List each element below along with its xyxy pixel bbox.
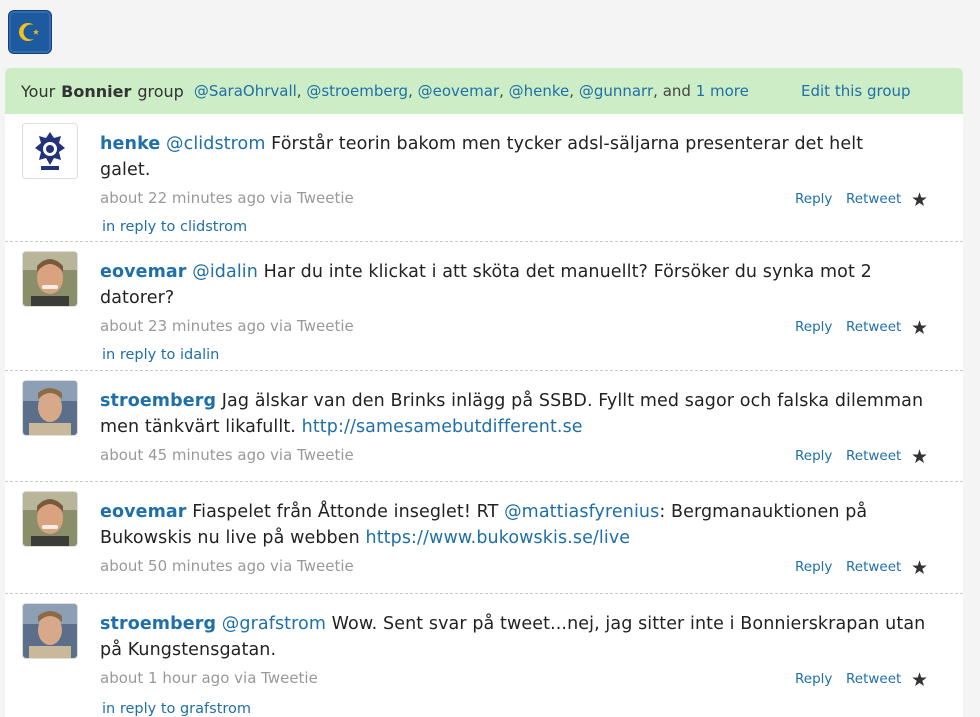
person-photo-icon (23, 492, 77, 546)
tweet-body: Förstår teorin bakom men tycker adsl-säl… (271, 134, 864, 154)
tweet-body: Fiaspelet från Åttonde inseglet! RT (192, 502, 499, 522)
tweet-author-link[interactable]: stroemberg (100, 614, 216, 634)
crest-icon (23, 124, 77, 178)
tweet-author-link[interactable]: henke (100, 134, 160, 154)
in-reply-to-link[interactable]: in reply to clidstrom (102, 219, 247, 235)
avatar[interactable] (22, 123, 78, 179)
group-members: @SaraOhrvall, @stroemberg, @eovemar, @he… (193, 82, 749, 100)
more-members-link[interactable]: 1 more (696, 82, 749, 100)
retweet-button[interactable]: Retweet (846, 559, 901, 575)
reply-button[interactable]: Reply (795, 448, 832, 464)
mention-link[interactable]: @clidstrom (166, 134, 266, 154)
tweet-text: henke @clidstrom Förstår teorin bakom me… (100, 132, 945, 183)
tweet-author-link[interactable]: stroemberg (100, 391, 216, 411)
tweet-body: Har du inte klickat i att sköta det manu… (263, 262, 872, 282)
avatar[interactable] (22, 380, 78, 436)
retweet-button[interactable]: Retweet (846, 319, 901, 335)
retweet-button[interactable]: Retweet (846, 671, 901, 687)
tweet-text: eovemar @idalin Har du inte klickat i at… (100, 260, 945, 311)
avatar[interactable] (22, 491, 78, 547)
tweet-body: Jag älskar van den Brinks inlägg på SSBD… (221, 391, 924, 411)
person-photo-icon (23, 604, 77, 658)
tweet-meta: about 50 minutes ago via Tweetie (100, 557, 354, 575)
app-logo[interactable] (8, 10, 52, 54)
tweet-author-link[interactable]: eovemar (100, 262, 187, 282)
tweet-item: eovemar Fiaspelet från Åttonde inseglet!… (5, 482, 963, 594)
tweet-url-link[interactable]: https://www.bukowskis.se/live (366, 528, 631, 548)
group-member-link[interactable]: @gunnarr (579, 82, 653, 100)
tweet-meta: about 22 minutes ago via Tweetie (100, 189, 354, 207)
group-member-link[interactable]: @henke (509, 82, 570, 100)
tweet-body: galet. (100, 159, 151, 180)
mention-link[interactable]: @grafstrom (222, 614, 326, 634)
tweet-author-link[interactable]: eovemar (100, 502, 187, 522)
tweet-text: eovemar Fiaspelet från Åttonde inseglet!… (100, 500, 945, 551)
reply-button[interactable]: Reply (795, 671, 832, 687)
tweet-body: på Kungstensgatan. (100, 639, 277, 660)
avatar[interactable] (22, 251, 78, 307)
reply-button[interactable]: Reply (795, 319, 832, 335)
tweet-item: stroemberg @grafstrom Wow. Sent svar på … (5, 594, 963, 717)
mention-link[interactable]: @mattiasfyrenius (504, 502, 659, 522)
group-suffix: group (137, 81, 184, 101)
in-reply-to-link[interactable]: in reply to idalin (102, 347, 219, 363)
reply-button[interactable]: Reply (795, 559, 832, 575)
tweet-item: eovemar @idalin Har du inte klickat i at… (5, 242, 963, 371)
reply-button[interactable]: Reply (795, 191, 832, 207)
group-header: Your Bonnier group @SaraOhrvall, @stroem… (5, 68, 963, 114)
favorite-star-icon[interactable]: ★ (911, 670, 931, 690)
tweet-meta: about 23 minutes ago via Tweetie (100, 317, 354, 335)
edit-group-link[interactable]: Edit this group (801, 82, 911, 100)
group-member-link[interactable]: @eovemar (418, 82, 499, 100)
group-member-link[interactable]: @SaraOhrvall (194, 82, 297, 100)
group-prefix: Your (21, 81, 56, 101)
group-member-link[interactable]: @stroemberg (306, 82, 408, 100)
tweet-timeline: henke @clidstrom Förstår teorin bakom me… (5, 114, 963, 717)
tweet-body: Bukowskis nu live på webben (100, 527, 360, 548)
tweet-item: stroemberg Jag älskar van den Brinks inl… (5, 371, 963, 482)
avatar[interactable] (22, 603, 78, 659)
tweet-text: stroemberg Jag älskar van den Brinks inl… (100, 389, 945, 440)
tweet-url-link[interactable]: http://samesamebutdifferent.se (302, 417, 583, 437)
tweet-body: men tänkvärt likafullt. (100, 416, 296, 437)
favorite-star-icon[interactable]: ★ (911, 558, 931, 578)
favorite-star-icon[interactable]: ★ (911, 447, 931, 467)
in-reply-to-link[interactable]: in reply to grafstrom (102, 701, 251, 717)
favorite-star-icon[interactable]: ★ (911, 318, 931, 338)
group-name: Bonnier (61, 81, 132, 101)
person-photo-icon (23, 381, 77, 435)
favorite-star-icon[interactable]: ★ (911, 190, 931, 210)
retweet-button[interactable]: Retweet (846, 191, 901, 207)
tweet-text: stroemberg @grafstrom Wow. Sent svar på … (100, 612, 945, 663)
tweet-body: Wow. Sent svar på tweet...nej, jag sitte… (331, 614, 926, 634)
tweet-meta: about 45 minutes ago via Tweetie (100, 446, 354, 464)
tweet-item: henke @clidstrom Förstår teorin bakom me… (5, 114, 963, 242)
person-photo-icon (23, 252, 77, 306)
tweet-body: datorer? (100, 287, 175, 308)
mention-link[interactable]: @idalin (192, 262, 258, 282)
and-text: and (662, 82, 691, 100)
crescent-star-icon (19, 23, 39, 41)
tweet-meta: about 1 hour ago via Tweetie (100, 669, 318, 687)
retweet-button[interactable]: Retweet (846, 448, 901, 464)
tweet-body: : Bergmanauktionen på (659, 502, 868, 522)
